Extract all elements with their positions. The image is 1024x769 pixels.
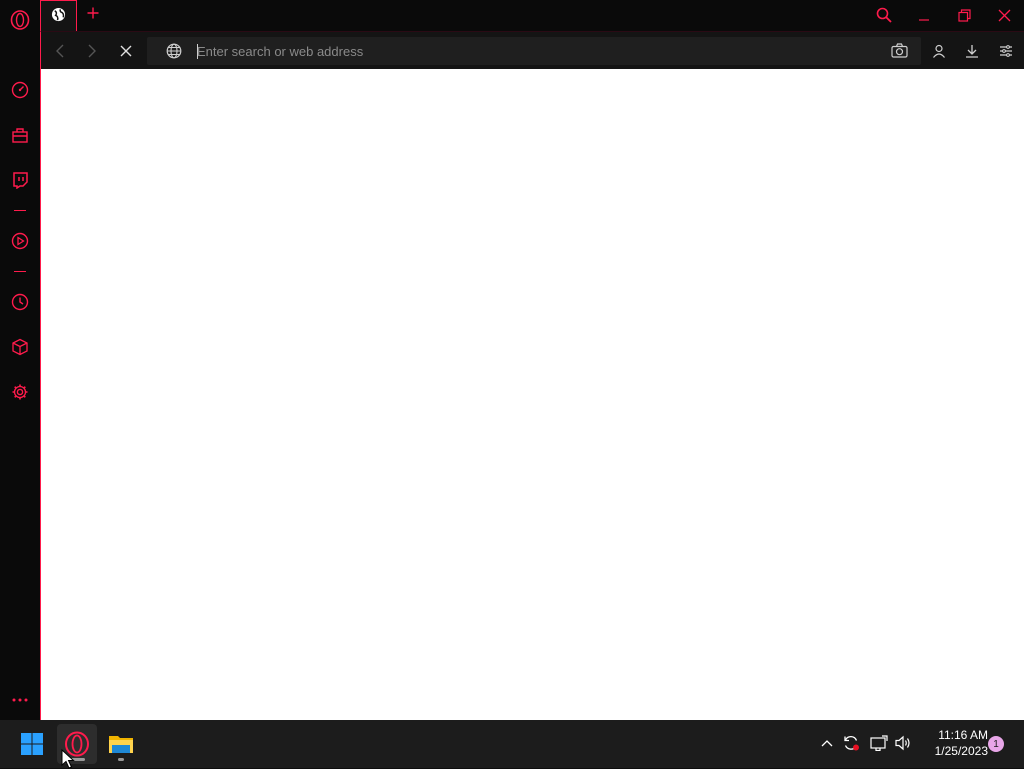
- plus-icon: [87, 7, 99, 19]
- running-app-indicator: [118, 758, 124, 761]
- text-caret: [197, 44, 198, 59]
- more-icon[interactable]: [8, 688, 32, 712]
- sidebar: [0, 0, 40, 720]
- account-button[interactable]: [928, 40, 950, 62]
- close-icon: [998, 9, 1010, 21]
- start-button[interactable]: [12, 724, 52, 764]
- windows-logo-icon: [21, 733, 43, 755]
- title-bar: [40, 0, 1024, 32]
- easy-setup-button[interactable]: [995, 40, 1017, 62]
- volume-icon: [895, 735, 910, 751]
- download-icon: [966, 45, 978, 58]
- show-hidden-icons-button[interactable]: [816, 732, 838, 754]
- easy-setup-icon: [1000, 45, 1012, 57]
- minimize-icon: [919, 19, 929, 21]
- sync-tray-button[interactable]: [840, 732, 862, 754]
- history-icon[interactable]: [8, 290, 32, 314]
- sync-icon: [844, 736, 859, 751]
- network-icon: [870, 735, 888, 751]
- clock[interactable]: 11:16 AM 1/25/2023: [918, 727, 988, 759]
- volume-tray-button[interactable]: [892, 732, 914, 754]
- box-icon[interactable]: [8, 335, 32, 359]
- notification-badge[interactable]: 1: [988, 736, 1004, 752]
- forward-icon: [88, 44, 96, 58]
- opera-logo-icon[interactable]: [8, 8, 32, 32]
- sidebar-separator: [14, 271, 26, 272]
- twitch-icon[interactable]: [8, 168, 32, 192]
- sidebar-separator: [14, 210, 26, 211]
- restore-button[interactable]: [952, 4, 976, 26]
- player-icon[interactable]: [8, 229, 32, 253]
- navigation-toolbar: [40, 31, 1024, 69]
- download-button[interactable]: [961, 40, 983, 62]
- back-icon: [56, 44, 64, 58]
- address-input[interactable]: [197, 41, 877, 61]
- clock-date: 1/25/2023: [934, 744, 988, 758]
- minimize-button[interactable]: [912, 4, 936, 26]
- restore-icon: [957, 8, 971, 22]
- globe-icon: [51, 7, 66, 26]
- chevron-up-icon: [821, 740, 833, 747]
- stop-button[interactable]: [115, 40, 137, 62]
- tab-active[interactable]: [40, 0, 77, 31]
- extensions-icon[interactable]: [8, 123, 32, 147]
- address-bar[interactable]: [147, 37, 921, 65]
- taskbar: 11:16 AM 1/25/2023 1: [0, 720, 1024, 768]
- close-button[interactable]: [992, 4, 1016, 26]
- taskbar-file-explorer[interactable]: [101, 724, 141, 764]
- page-content[interactable]: [40, 69, 1024, 720]
- folder-icon: [109, 736, 133, 753]
- forward-button[interactable]: [81, 40, 103, 62]
- search-icon: [876, 7, 892, 23]
- mouse-cursor-icon: [61, 749, 75, 769]
- network-tray-button[interactable]: [868, 732, 890, 754]
- settings-icon[interactable]: [8, 380, 32, 404]
- account-icon: [933, 44, 945, 58]
- globe-icon: [166, 43, 182, 63]
- new-tab-button[interactable]: [84, 4, 102, 22]
- back-button[interactable]: [49, 40, 71, 62]
- clock-time: 11:16 AM: [938, 728, 988, 742]
- camera-icon[interactable]: [891, 43, 908, 62]
- speed-dial-icon[interactable]: [8, 78, 32, 102]
- stop-icon: [120, 45, 132, 57]
- search-tabs-button[interactable]: [872, 4, 896, 26]
